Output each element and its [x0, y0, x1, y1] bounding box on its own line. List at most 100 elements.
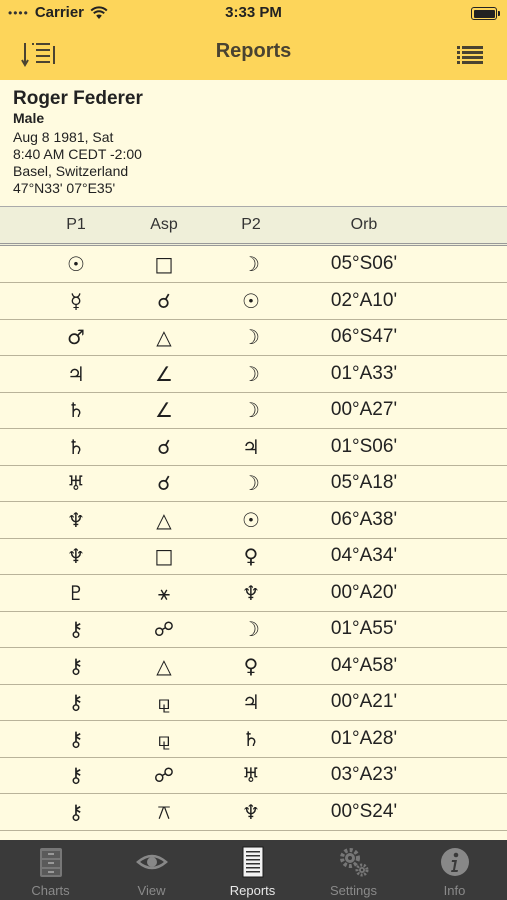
table-row[interactable]: ♄ ☌ ♃ 01°S06' [0, 429, 507, 466]
orb-value: 00°A20' [330, 581, 398, 603]
p1-glyph: ♄ [67, 398, 85, 422]
aspect-glyph: ☌ [157, 434, 171, 459]
p1-glyph: ⚷ [68, 653, 84, 678]
aspect-glyph: ⚻ [157, 799, 171, 824]
p1-glyph: ⚷ [68, 690, 84, 714]
orb-value: 00°S24' [330, 800, 398, 822]
table-row[interactable]: ⚷ △ ♀ 04°A58' [0, 648, 507, 685]
list-icon[interactable] [455, 40, 485, 68]
orb-value: 06°S47' [330, 326, 398, 347]
person-name: Roger Federer [13, 88, 143, 109]
header-asp: Asp [150, 216, 178, 233]
tab-reports[interactable]: Reports [202, 840, 303, 900]
orb-value: 03°A23' [330, 764, 398, 785]
p2-glyph: ☽ [242, 617, 260, 641]
p1-glyph: ☿ [69, 288, 83, 313]
table-row[interactable]: ♂ △ ☽ 06°S47' [0, 319, 507, 356]
table-row[interactable]: ♆ △ ☉ 06°A38' [0, 502, 507, 539]
p2-glyph: ♀ [243, 653, 259, 678]
orb-value: 05°A18' [330, 472, 398, 493]
aspect-glyph: △ [156, 653, 172, 678]
p2-glyph: ♆ [242, 580, 260, 605]
table-header: P1 Asp P2 Orb [0, 206, 507, 246]
tab-label: Settings [330, 883, 377, 898]
aspect-glyph: △ [156, 325, 172, 349]
aspect-glyph: ☍ [153, 763, 175, 787]
table-row[interactable]: ♆ □ ♀ 04°A34' [0, 538, 507, 575]
p2-glyph: ♆ [242, 799, 260, 824]
orb-value: 02°A10' [330, 289, 398, 311]
p2-glyph: ☽ [242, 361, 260, 386]
orb-value: 06°A38' [330, 508, 398, 530]
gears-icon [340, 848, 369, 877]
aspect-glyph: □ [154, 544, 174, 568]
p2-glyph: ☽ [242, 325, 260, 349]
table-row[interactable]: ♇ ⚹ ♆ 00°A20' [0, 575, 507, 612]
aspect-glyph: ⚼ [157, 726, 171, 751]
p2-glyph: ☽ [242, 471, 260, 495]
page-title: Reports [215, 40, 292, 62]
p1-glyph: ⚷ [68, 763, 84, 787]
birth-place: Basel, Switzerland [13, 163, 129, 179]
file-cabinet-icon [40, 848, 62, 877]
p2-glyph: ☽ [242, 252, 260, 276]
p1-glyph: ♅ [67, 471, 85, 495]
orb-value: 04°A34' [330, 545, 398, 566]
table-row[interactable]: ♄ ∠ ☽ 00°A27' [0, 392, 507, 429]
p1-glyph: ♂ [67, 325, 85, 349]
p2-glyph: ☽ [242, 398, 260, 422]
tab-label: Info [443, 883, 466, 898]
p2-glyph: ♃ [242, 434, 260, 459]
p1-glyph: ♆ [67, 507, 85, 532]
tab-view[interactable]: View [101, 840, 202, 900]
orb-value: 05°S06' [330, 253, 398, 274]
table-row[interactable]: ♅ ☌ ☽ 05°A18' [0, 465, 507, 502]
p1-glyph: ♆ [67, 544, 85, 568]
birth-date: Aug 8 1981, Sat [13, 129, 114, 145]
aspect-glyph: ⚹ [158, 580, 170, 605]
p1-glyph: ♄ [67, 434, 85, 459]
tab-settings[interactable]: Settings [303, 840, 404, 900]
birth-coordinates: 47°N33' 07°E35' [13, 180, 116, 196]
tab-info[interactable]: Info [404, 840, 505, 900]
orb-value: 01°A33' [330, 362, 398, 384]
aspect-glyph: ☌ [157, 288, 171, 313]
table-row[interactable]: ☉ □ ☽ 05°S06' [0, 246, 507, 283]
p2-glyph: ♅ [242, 763, 260, 787]
header-p2: P2 [241, 216, 261, 233]
p2-glyph: ☉ [242, 507, 260, 532]
table-row[interactable]: ☿ ☌ ☉ 02°A10' [0, 283, 507, 320]
table-row[interactable]: ♃ ∠ ☽ 01°A33' [0, 356, 507, 393]
table-row[interactable]: ⚷ ⚼ ♃ 00°A21' [0, 684, 507, 721]
orb-value: 01°A55' [330, 618, 398, 639]
p2-glyph: ♀ [243, 544, 259, 568]
header-orb: Orb [350, 216, 378, 233]
table-row[interactable]: ⚷ ☍ ♅ 03°A23' [0, 757, 507, 794]
p2-glyph: ♃ [242, 690, 260, 714]
p2-glyph: ♄ [242, 726, 260, 751]
orb-value: 04°A58' [330, 654, 398, 676]
p1-glyph: ☉ [67, 252, 85, 276]
aspect-glyph: ⚼ [157, 690, 171, 714]
orb-value: 01°S06' [330, 435, 398, 457]
table-row[interactable]: ⚷ ☍ ☽ 01°A55' [0, 611, 507, 648]
p1-glyph: ⚷ [68, 726, 84, 751]
info-icon [441, 848, 469, 876]
birth-time: 8:40 AM CEDT -2:00 [13, 146, 142, 162]
aspect-glyph: ∠ [155, 398, 173, 422]
p1-glyph: ⚷ [68, 799, 84, 824]
tab-label: Reports [229, 883, 276, 898]
document-icon [242, 846, 264, 878]
eye-icon [136, 854, 168, 870]
header-p1: P1 [66, 216, 86, 233]
p1-glyph: ♃ [67, 361, 85, 386]
battery-icon [471, 7, 500, 20]
table-row[interactable]: ⚷ ⚼ ♄ 01°A28' [0, 721, 507, 758]
orb-value: 00°A21' [330, 691, 398, 712]
table-row[interactable]: ⚷ ⚻ ♆ 00°S24' [0, 794, 507, 831]
status-time: 3:33 PM [225, 4, 282, 21]
tab-label: View [137, 883, 166, 898]
navigation-bar: Reports [0, 28, 507, 80]
tab-charts[interactable]: Charts [0, 840, 101, 900]
aspect-glyph: ∠ [155, 361, 173, 386]
